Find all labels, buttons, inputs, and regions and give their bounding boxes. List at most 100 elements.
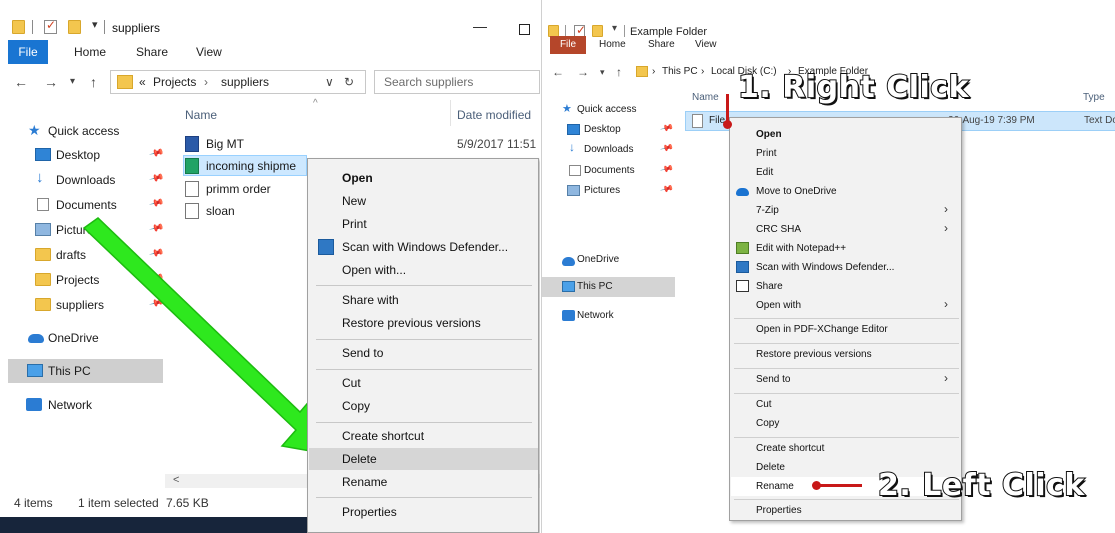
breadcrumb-projects[interactable]: Projects <box>153 75 196 89</box>
menu-item-open[interactable]: Open <box>756 129 782 140</box>
sidebar-item-pictures[interactable]: Pictures 📌 <box>542 181 675 201</box>
back-icon[interactable]: ← <box>552 65 564 79</box>
customize-quick-access-icon[interactable]: ▾ <box>612 23 617 34</box>
forward-icon[interactable]: → <box>44 74 58 90</box>
menu-item-scan-defender[interactable]: Scan with Windows Defender... <box>756 262 894 273</box>
tab-share[interactable]: Share <box>136 40 168 64</box>
search-input[interactable]: Search suppliers <box>374 70 540 94</box>
column-date-modified[interactable]: Date modified <box>457 108 531 122</box>
sidebar-item-downloads[interactable]: ↓ Downloads 📌 <box>542 140 675 160</box>
tab-home[interactable]: Home <box>599 36 626 54</box>
column-name[interactable]: Name <box>692 92 719 103</box>
pin-icon[interactable]: 📌 <box>659 141 675 156</box>
sidebar-item-downloads[interactable]: ↓ Downloads 📌 <box>0 169 165 191</box>
menu-item-new[interactable]: New <box>342 194 366 208</box>
properties-icon[interactable] <box>44 18 57 34</box>
menu-item-print[interactable]: Print <box>756 148 777 159</box>
column-name[interactable]: Name <box>185 108 217 122</box>
tab-view[interactable]: View <box>695 36 717 54</box>
maximize-button[interactable] <box>519 24 530 35</box>
sidebar-item-suppliers[interactable]: suppliers 📌 <box>0 294 165 316</box>
tab-view[interactable]: View <box>196 40 222 64</box>
sidebar-item-documents[interactable]: Documents 📌 <box>542 161 675 181</box>
pin-icon[interactable]: 📌 <box>148 171 164 187</box>
recent-locations-icon[interactable]: ▾ <box>600 67 605 78</box>
sidebar-item-quick-access[interactable]: ★ Quick access <box>0 120 165 142</box>
menu-item-delete[interactable]: Delete <box>756 462 785 473</box>
column-type[interactable]: Type <box>1083 92 1105 103</box>
pin-icon[interactable]: 📌 <box>659 182 675 197</box>
menu-item-edit[interactable]: Edit <box>756 167 773 178</box>
menu-item-restore-previous-versions[interactable]: Restore previous versions <box>756 349 872 360</box>
sidebar-item-documents[interactable]: Documents 📌 <box>0 194 165 216</box>
menu-item-open-with[interactable]: Open with <box>756 300 801 311</box>
menu-item-copy[interactable]: Copy <box>342 399 370 413</box>
pin-icon[interactable]: 📌 <box>148 296 164 312</box>
menu-item-properties[interactable]: Properties <box>342 505 397 519</box>
tab-file[interactable]: File <box>8 40 48 64</box>
file-row-big-mt[interactable]: Big MT 5/9/2017 11:51 <box>183 133 540 154</box>
sidebar-item-projects[interactable]: Projects 📌 <box>0 269 165 291</box>
menu-item-cut[interactable]: Cut <box>342 376 361 390</box>
sidebar-item-onedrive[interactable]: OneDrive <box>542 250 675 270</box>
sidebar-item-pictures[interactable]: Pictures 📌 <box>0 219 165 241</box>
back-icon[interactable]: ← <box>14 74 28 90</box>
pin-icon[interactable]: 📌 <box>148 246 164 262</box>
menu-item-open-with[interactable]: Open with... <box>342 263 406 277</box>
sidebar-item-this-pc[interactable]: This PC <box>8 359 163 383</box>
menu-item-crc-sha[interactable]: CRC SHA <box>756 224 801 235</box>
tab-share[interactable]: Share <box>648 36 675 54</box>
up-icon[interactable]: ↑ <box>616 65 622 79</box>
address-bar[interactable]: « Projects › suppliers ∨ ↻ <box>110 70 366 94</box>
menu-item-share-with[interactable]: Share with <box>342 293 399 307</box>
menu-item-send-to[interactable]: Send to <box>756 374 790 385</box>
minimize-button[interactable]: — <box>473 18 487 34</box>
tab-home[interactable]: Home <box>74 40 106 64</box>
menu-item-cut[interactable]: Cut <box>756 399 772 410</box>
refresh-icon[interactable]: ↻ <box>344 75 354 89</box>
forward-icon[interactable]: → <box>577 65 589 79</box>
pin-icon[interactable]: 📌 <box>148 196 164 212</box>
sidebar-item-this-pc[interactable]: This PC <box>542 277 675 297</box>
sidebar-item-drafts[interactable]: drafts 📌 <box>0 244 165 266</box>
menu-item-properties[interactable]: Properties <box>756 505 802 516</box>
scroll-left-icon[interactable]: < <box>173 474 179 486</box>
file-row-incoming-shipment[interactable]: incoming shipme <box>183 155 307 176</box>
menu-item-7zip[interactable]: 7-Zip <box>756 205 779 216</box>
recent-locations-icon[interactable]: ▾ <box>70 76 75 87</box>
menu-item-move-to-onedrive[interactable]: Move to OneDrive <box>756 186 837 197</box>
menu-item-edit-notepad-plus-plus[interactable]: Edit with Notepad++ <box>756 243 846 254</box>
menu-item-scan-defender[interactable]: Scan with Windows Defender... <box>342 240 508 254</box>
sidebar-item-desktop[interactable]: Desktop 📌 <box>542 120 675 140</box>
menu-item-send-to[interactable]: Send to <box>342 346 383 360</box>
menu-item-delete[interactable]: Delete <box>342 452 377 466</box>
menu-item-restore-previous-versions[interactable]: Restore previous versions <box>342 316 481 330</box>
breadcrumb-overflow[interactable]: « <box>139 75 146 89</box>
tab-file[interactable]: File <box>550 36 586 54</box>
pin-icon[interactable]: 📌 <box>148 271 164 287</box>
sidebar-item-network[interactable]: Network <box>542 306 675 326</box>
new-folder-icon[interactable] <box>68 20 81 34</box>
breadcrumb-this-pc[interactable]: This PC <box>662 66 698 77</box>
menu-item-open[interactable]: Open <box>342 171 373 185</box>
breadcrumb-suppliers[interactable]: suppliers <box>221 75 269 89</box>
menu-item-copy[interactable]: Copy <box>756 418 779 429</box>
menu-item-open-pdf-xchange[interactable]: Open in PDF-XChange Editor <box>756 324 888 335</box>
pin-icon[interactable]: 📌 <box>659 121 675 136</box>
sidebar-item-onedrive[interactable]: OneDrive <box>0 327 165 349</box>
menu-item-create-shortcut[interactable]: Create shortcut <box>342 429 424 443</box>
sidebar-item-quick-access[interactable]: ★ Quick access <box>542 100 675 120</box>
pin-icon[interactable]: 📌 <box>148 221 164 237</box>
menu-item-print[interactable]: Print <box>342 217 367 231</box>
customize-quick-access-icon[interactable]: ▾ <box>92 18 98 31</box>
menu-item-rename[interactable]: Rename <box>756 481 794 492</box>
chevron-down-icon[interactable]: ∨ <box>325 75 334 89</box>
sidebar-item-desktop[interactable]: Desktop 📌 <box>0 144 165 166</box>
pin-icon[interactable]: 📌 <box>659 162 675 177</box>
column-divider[interactable] <box>450 100 451 126</box>
up-icon[interactable]: ↑ <box>90 74 97 90</box>
menu-item-rename[interactable]: Rename <box>342 475 387 489</box>
pin-icon[interactable]: 📌 <box>148 146 164 162</box>
menu-item-share[interactable]: Share <box>756 281 783 292</box>
sidebar-item-network[interactable]: Network <box>0 394 165 416</box>
